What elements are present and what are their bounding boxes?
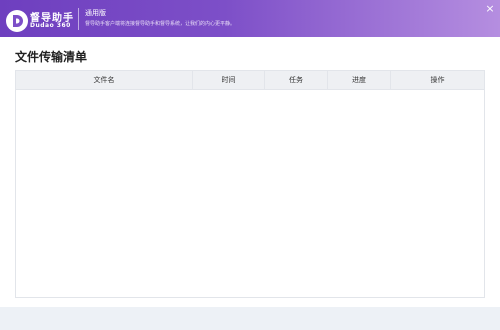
brand-subname: Dudao 360 <box>30 22 71 29</box>
table-body <box>16 90 484 297</box>
column-header-task[interactable]: 任务 <box>265 71 328 89</box>
column-header-progress[interactable]: 进度 <box>328 71 391 89</box>
header-divider <box>78 8 79 30</box>
main-panel: 文件传输清单 文件名 时间 任务 进度 操作 <box>0 37 500 307</box>
column-header-filename[interactable]: 文件名 <box>16 71 193 89</box>
column-header-actions: 操作 <box>430 76 445 84</box>
tagline: 督导助手客户端将连接督导助手和督导系统，让我们的内心更平静。 <box>85 21 236 27</box>
page-title: 文件传输清单 <box>15 50 88 64</box>
column-header-time[interactable]: 时间 <box>193 71 265 89</box>
close-icon: × <box>485 2 495 15</box>
close-button[interactable]: × <box>483 2 497 16</box>
table-header: 文件名 时间 任务 进度 操作 <box>16 71 484 90</box>
title-bar: 督导助手 Dudao 360 通用版 督导助手客户端将连接督导助手和督导系统，让… <box>0 0 500 37</box>
edition-label: 通用版 <box>85 9 106 17</box>
logo-icon <box>6 10 28 32</box>
file-transfer-table: 文件名 时间 任务 进度 操作 <box>15 70 485 298</box>
